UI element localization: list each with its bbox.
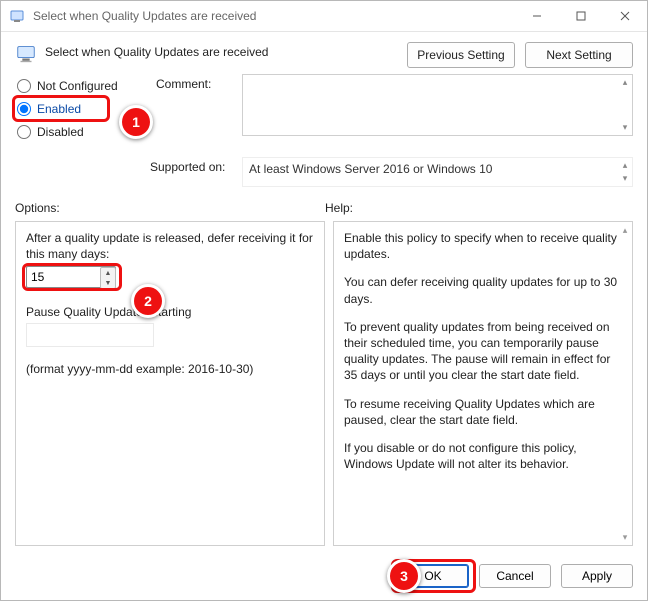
- policy-icon: [9, 8, 25, 24]
- help-pane: Enable this policy to specify when to re…: [333, 221, 633, 546]
- pause-start-input[interactable]: [26, 323, 154, 347]
- titlebar: Select when Quality Updates are received: [1, 1, 647, 32]
- format-hint: (format yyyy-mm-dd example: 2016-10-30): [26, 361, 314, 377]
- cancel-button[interactable]: Cancel: [479, 564, 551, 588]
- maximize-button[interactable]: [559, 1, 603, 31]
- supported-scroll-icon: ▴▾: [618, 158, 632, 186]
- supported-on-label: Supported on:: [150, 157, 236, 187]
- help-scroll-icon: ▴▾: [618, 222, 632, 545]
- previous-setting-button[interactable]: Previous Setting: [407, 42, 515, 68]
- supported-on-text: At least Windows Server 2016 or Windows …: [249, 162, 492, 176]
- pause-label: Pause Quality Updates starting: [26, 304, 314, 320]
- radio-not-configured-row[interactable]: Not Configured: [15, 74, 150, 97]
- comment-label: Comment:: [156, 74, 236, 97]
- footer: OK Cancel Apply: [1, 556, 647, 600]
- radio-not-configured-label: Not Configured: [37, 79, 118, 93]
- radio-enabled-label: Enabled: [37, 102, 81, 116]
- help-text: If you disable or do not configure this …: [344, 440, 622, 472]
- radio-enabled-row[interactable]: Enabled: [15, 97, 150, 120]
- help-label: Help:: [325, 201, 353, 215]
- header-title: Select when Quality Updates are received: [45, 42, 397, 59]
- radio-disabled-label: Disabled: [37, 125, 84, 139]
- help-text: Enable this policy to specify when to re…: [344, 230, 622, 262]
- radio-not-configured[interactable]: [17, 79, 31, 93]
- apply-button[interactable]: Apply: [561, 564, 633, 588]
- close-button[interactable]: [603, 1, 647, 31]
- spin-up-icon[interactable]: ▲: [101, 268, 115, 278]
- pane-labels: Options: Help:: [1, 187, 647, 221]
- defer-days-label: After a quality update is released, defe…: [26, 230, 314, 262]
- radio-disabled-row[interactable]: Disabled: [15, 120, 150, 143]
- help-text: To prevent quality updates from being re…: [344, 319, 622, 384]
- help-text: To resume receiving Quality Updates whic…: [344, 396, 622, 428]
- options-pane: After a quality update is released, defe…: [15, 221, 325, 546]
- policy-icon: [15, 42, 37, 64]
- comment-textarea[interactable]: ▴▾: [242, 74, 633, 136]
- next-setting-button[interactable]: Next Setting: [525, 42, 633, 68]
- supported-on-value: At least Windows Server 2016 or Windows …: [242, 157, 633, 187]
- state-and-meta: Not Configured Enabled Disabled Comment:…: [1, 68, 647, 187]
- minimize-button[interactable]: [515, 1, 559, 31]
- spin-down-icon[interactable]: ▼: [101, 278, 115, 288]
- comment-scroll-icon: ▴▾: [618, 75, 632, 135]
- ok-button[interactable]: OK: [397, 564, 469, 588]
- panes: After a quality update is released, defe…: [1, 221, 647, 556]
- window-title: Select when Quality Updates are received: [25, 9, 515, 23]
- header: Select when Quality Updates are received…: [1, 32, 647, 68]
- radio-enabled[interactable]: [17, 102, 31, 116]
- radio-disabled[interactable]: [17, 125, 31, 139]
- help-text: You can defer receiving quality updates …: [344, 274, 622, 306]
- options-label: Options:: [15, 201, 325, 215]
